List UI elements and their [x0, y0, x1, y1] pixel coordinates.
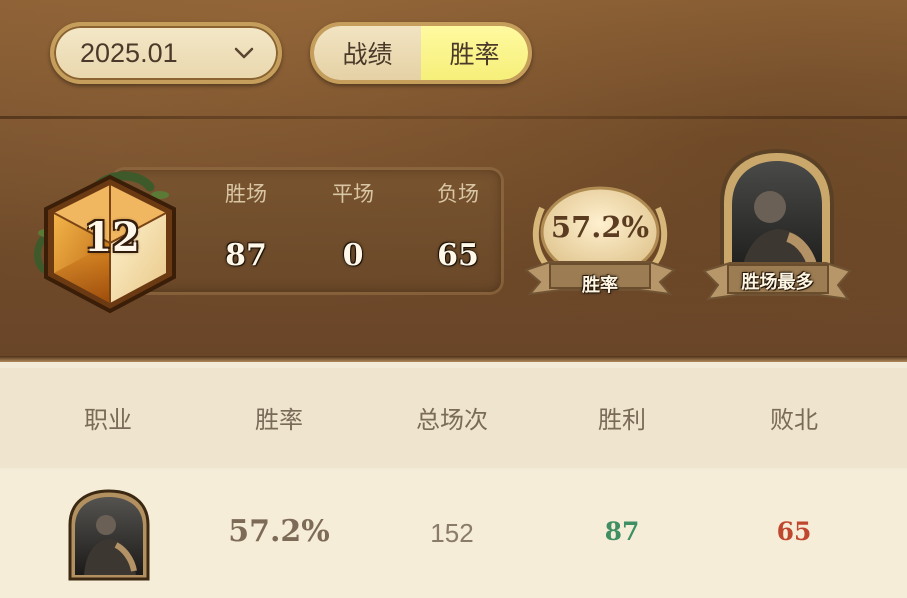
ties-label: 平场 — [332, 182, 374, 206]
col-total: 总场次 — [416, 406, 488, 434]
ties-value: 0 — [342, 238, 364, 273]
winrate-value: 57.2% — [550, 210, 650, 244]
wins-value: 87 — [225, 238, 267, 273]
rank-number: 12 — [84, 214, 140, 261]
month-select[interactable]: 2025.01 — [50, 22, 282, 84]
col-losses: 败北 — [770, 406, 818, 434]
col-wins: 胜利 — [598, 406, 646, 434]
row-winrate: 57.2% — [228, 514, 330, 549]
tab-record[interactable]: 战绩 — [314, 26, 421, 80]
row-total: 152 — [430, 518, 474, 548]
chevron-down-icon — [234, 47, 254, 59]
class-hero-icon — [68, 489, 150, 581]
row-losses: 65 — [776, 517, 812, 546]
winrate-label: 胜率 — [582, 275, 618, 296]
col-winrate: 胜率 — [255, 406, 303, 434]
losses-label: 负场 — [437, 182, 479, 206]
wins-label: 胜场 — [225, 182, 267, 206]
row-wins: 87 — [604, 517, 640, 546]
most-wins-label: 胜场最多 — [741, 272, 814, 293]
losses-value: 65 — [437, 238, 479, 273]
view-toggle: 战绩 胜率 — [310, 22, 532, 84]
col-class: 职业 — [84, 406, 132, 434]
month-value: 2025.01 — [80, 37, 178, 68]
wood-divider — [0, 116, 907, 119]
tab-winrate[interactable]: 胜率 — [421, 26, 528, 80]
